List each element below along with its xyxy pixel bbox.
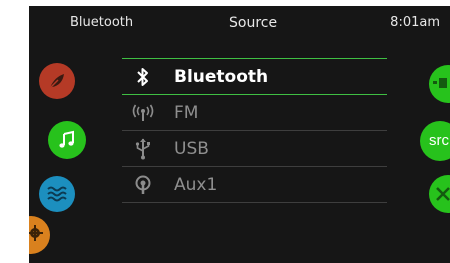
- source-item-aux1[interactable]: Aux1: [122, 167, 387, 202]
- source-item-usb[interactable]: USB: [122, 131, 387, 166]
- top-bar: Bluetooth Source 8:01am: [29, 6, 450, 40]
- settings-button[interactable]: [29, 216, 50, 254]
- water-waves-icon: [47, 186, 67, 202]
- header-left-label: Bluetooth: [70, 15, 134, 30]
- right-top-button[interactable]: [429, 65, 450, 103]
- source-item-fm[interactable]: FM: [122, 95, 387, 130]
- source-label: FM: [174, 102, 199, 123]
- bluetooth-icon: [128, 67, 158, 87]
- source-list: Bluetooth FM USB Aux1: [122, 58, 387, 203]
- usb-icon: [128, 138, 158, 160]
- source-label: USB: [174, 138, 209, 159]
- source-item-bluetooth[interactable]: Bluetooth: [122, 59, 387, 94]
- plug-icon: [433, 78, 447, 88]
- music-button[interactable]: [48, 121, 86, 159]
- page-title: Source: [229, 15, 278, 31]
- source-button-label: src: [429, 132, 449, 149]
- aux-input-icon: [128, 175, 158, 195]
- radio-antenna-icon: [128, 104, 158, 122]
- close-button[interactable]: [429, 175, 450, 213]
- spa-audio-screen: Bluetooth Source 8:01am src Bluetooth FM…: [29, 6, 450, 263]
- clock: 8:01am: [390, 15, 440, 30]
- close-icon: [436, 187, 450, 201]
- water-button[interactable]: [39, 176, 75, 212]
- source-button[interactable]: src: [420, 121, 450, 161]
- divider: [122, 202, 387, 203]
- source-label: Aux1: [174, 174, 218, 195]
- leaf-button[interactable]: [39, 63, 75, 99]
- gear-icon: [29, 225, 43, 241]
- music-note-icon: [59, 130, 74, 148]
- source-label: Bluetooth: [174, 66, 269, 87]
- leaf-icon: [49, 74, 64, 89]
